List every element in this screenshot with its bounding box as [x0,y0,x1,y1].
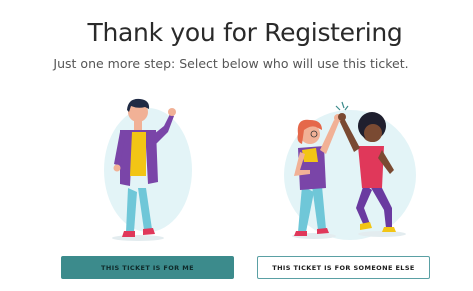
page-subtitle: Just one more step: Select below who wil… [53,56,409,71]
person-waving-illustration [104,98,192,241]
page-title: Thank you for Registering [87,18,403,47]
people-high-five-illustration [284,101,416,240]
ticket-for-someone-else-button[interactable]: THIS TICKET IS FOR SOMEONE ELSE [257,256,430,279]
ticket-for-me-button[interactable]: THIS TICKET IS FOR ME [61,256,234,279]
